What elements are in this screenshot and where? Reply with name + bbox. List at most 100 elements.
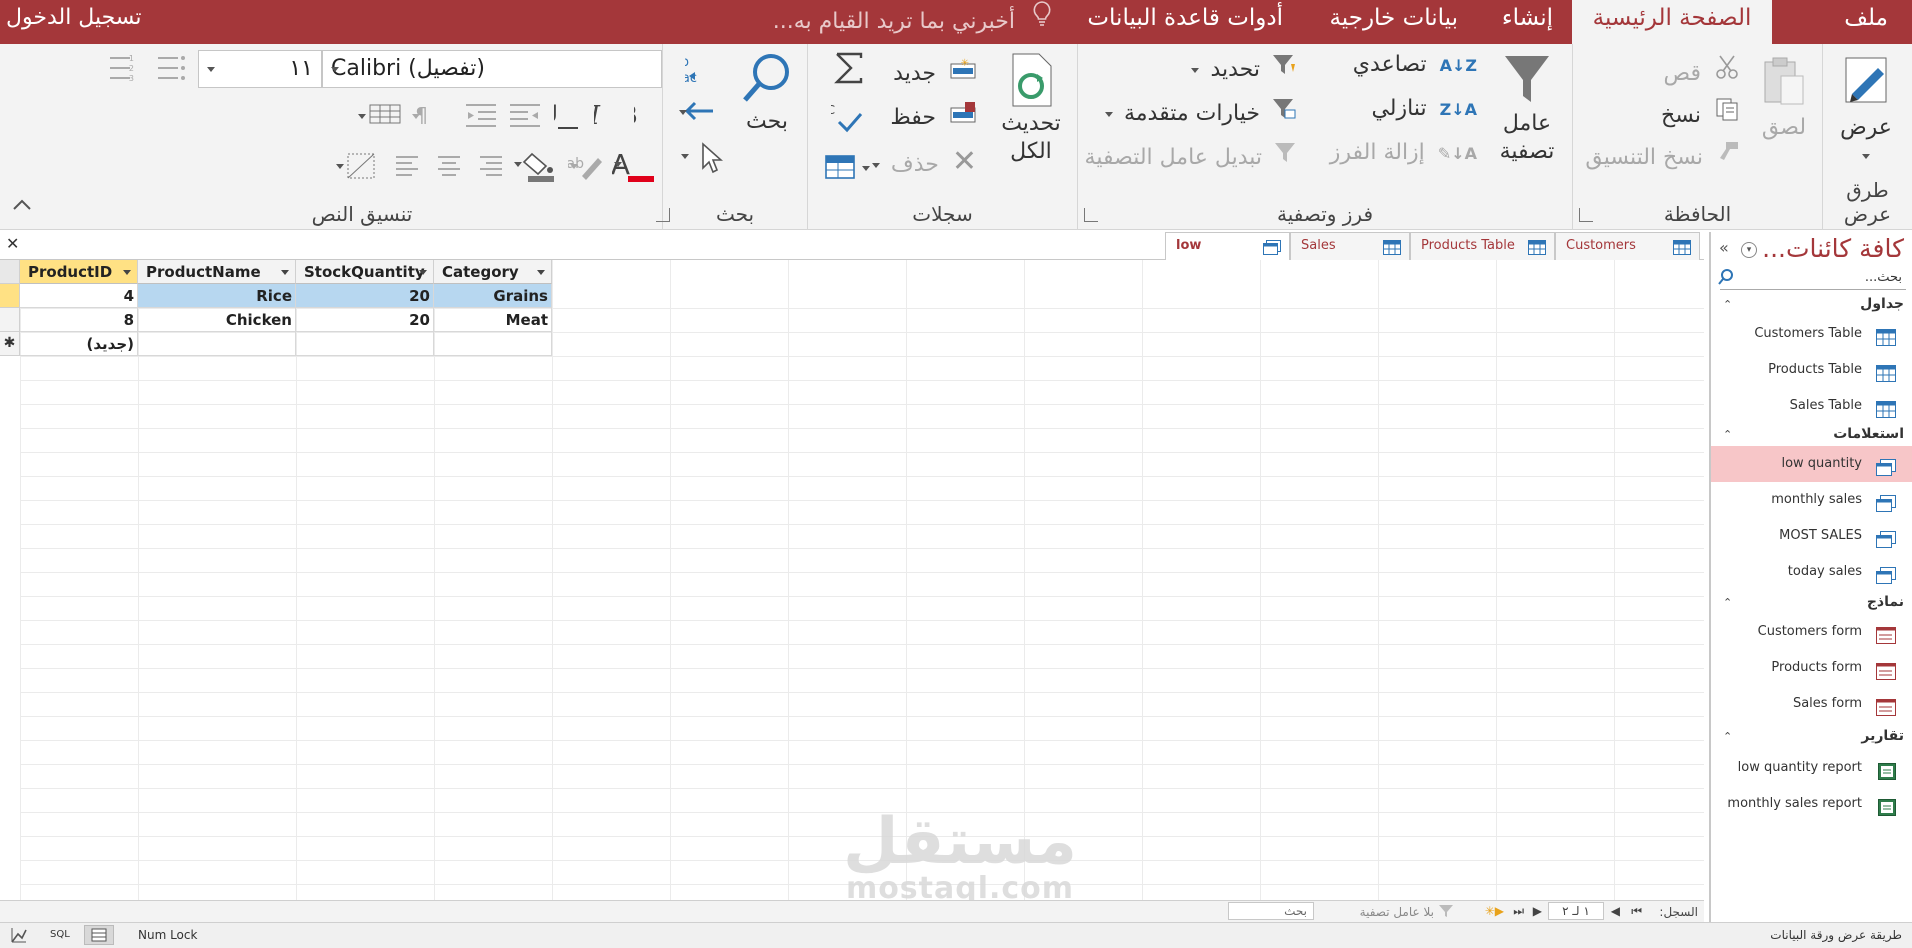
align-left-icon[interactable] xyxy=(394,154,420,182)
nav-item-today-sales[interactable]: today sales xyxy=(1711,554,1912,590)
font-name-select[interactable]: Calibri (تفصيل) xyxy=(322,50,662,88)
tab-home[interactable]: الصفحة الرئيسية xyxy=(1572,0,1772,44)
nav-section-queries[interactable]: استعلامات xyxy=(1833,426,1904,442)
nav-item-monthly-sales[interactable]: monthly sales xyxy=(1711,482,1912,518)
paragraph-direction-icon[interactable]: ¶ xyxy=(408,102,454,132)
record-position-input[interactable]: ١ لـ ٢ xyxy=(1548,902,1604,920)
cell-productname[interactable]: Chicken xyxy=(138,308,296,332)
nav-item-monthly-sales-report[interactable]: monthly sales report xyxy=(1711,786,1912,822)
first-record-icon[interactable]: ⏮ xyxy=(1631,904,1642,919)
doc-tab-customers-table[interactable]: Customers Table xyxy=(1555,232,1700,279)
doc-tab-products-table[interactable]: Products Table xyxy=(1410,232,1555,260)
section-collapse-icon[interactable]: ⌃ xyxy=(1723,298,1732,311)
new-row-asterisk-icon[interactable]: ✱ xyxy=(0,332,20,356)
font-color-icon[interactable]: A xyxy=(611,148,662,188)
sign-in-link[interactable]: تسجيل الدخول xyxy=(6,0,142,38)
remove-sort-button[interactable]: A↓✎ إزالة الفرز xyxy=(1330,140,1477,165)
doc-tab-low-quantity[interactable]: low quantity xyxy=(1165,232,1290,279)
gridlines-icon[interactable] xyxy=(356,102,404,132)
replace-icon[interactable]: abac xyxy=(673,54,719,90)
collapse-ribbon-icon[interactable] xyxy=(12,196,32,215)
column-header-productid[interactable]: ProductID xyxy=(20,260,138,284)
column-filter-arrow-icon[interactable] xyxy=(419,270,427,275)
section-collapse-icon[interactable]: ⌃ xyxy=(1723,596,1732,609)
cell-productid[interactable]: 4 xyxy=(20,284,138,308)
indent-decrease-icon[interactable] xyxy=(464,102,498,132)
cell-category[interactable]: Grains xyxy=(434,284,552,308)
nav-item-most-sales[interactable]: MOST SALES xyxy=(1711,518,1912,554)
spelling-icon[interactable]: ABC xyxy=(810,100,867,140)
nav-section-forms[interactable]: نماذج xyxy=(1867,594,1904,610)
nav-item-products-table[interactable]: Products Table xyxy=(1711,352,1912,388)
nav-pane-title[interactable]: كافة كائنات... xyxy=(1762,234,1904,263)
cell-category[interactable]: Meat xyxy=(434,308,552,332)
tell-me-box[interactable]: أخبرني بما تريد القيام به... xyxy=(773,0,1052,38)
tab-create[interactable]: إنشاء xyxy=(1488,0,1567,44)
collapse-pane-icon[interactable]: » xyxy=(1719,238,1729,257)
nav-item-customers-form[interactable]: Customers form xyxy=(1711,614,1912,650)
select-all-corner[interactable] xyxy=(0,260,20,284)
fill-color-icon[interactable] xyxy=(512,148,562,188)
highlight-icon[interactable]: ab xyxy=(567,150,608,188)
cell-stockquantity[interactable]: 20 xyxy=(296,308,434,332)
column-header-productname[interactable]: ProductName xyxy=(138,260,296,284)
column-header-category[interactable]: Category xyxy=(434,260,552,284)
cell-new-row[interactable] xyxy=(296,332,434,356)
nav-menu-chevron-icon[interactable]: ▾ xyxy=(1741,242,1757,258)
column-filter-arrow-icon[interactable] xyxy=(537,270,545,275)
datasheet-view-icon[interactable] xyxy=(84,925,114,945)
section-collapse-icon[interactable]: ⌃ xyxy=(1723,428,1732,441)
row-selector[interactable] xyxy=(0,284,20,308)
filter-button[interactable]: عامل تصفية xyxy=(1492,52,1562,166)
previous-record-icon[interactable]: ◀ xyxy=(1611,904,1620,918)
filter-status-label[interactable]: بلا عامل تصفية xyxy=(1360,905,1434,919)
tab-database-tools[interactable]: أدوات قاعدة البيانات xyxy=(1073,0,1297,44)
find-button[interactable]: بحث xyxy=(735,50,799,136)
pivot-chart-view-icon[interactable] xyxy=(10,926,28,947)
sort-ascending-button[interactable]: A↓Z تصاعدي xyxy=(1353,52,1477,77)
alternate-row-color-icon[interactable] xyxy=(334,150,378,186)
record-search-input[interactable]: بحث xyxy=(1228,902,1314,920)
align-center-icon[interactable] xyxy=(436,154,462,182)
select-cursor-icon[interactable] xyxy=(679,140,724,178)
new-record-nav-icon[interactable]: ▶✳ xyxy=(1485,904,1504,918)
last-record-icon[interactable]: ⏭ xyxy=(1513,904,1524,919)
nav-section-tables[interactable]: جداول xyxy=(1860,296,1904,312)
row-selector[interactable] xyxy=(0,308,20,332)
nav-item-low-quantity-report[interactable]: low quantity report xyxy=(1711,750,1912,786)
column-filter-arrow-icon[interactable] xyxy=(281,270,289,275)
cut-button[interactable]: قص xyxy=(1664,54,1740,86)
tab-external-data[interactable]: بيانات خارجية xyxy=(1315,0,1472,44)
refresh-all-button[interactable]: تحديث الكل xyxy=(991,52,1071,166)
bold-icon[interactable]: B xyxy=(618,100,662,134)
nav-item-sales-table[interactable]: Sales Table xyxy=(1711,388,1912,424)
toggle-filter-button[interactable]: تبديل عامل التصفية xyxy=(1085,140,1297,170)
cell-productid[interactable]: 8 xyxy=(20,308,138,332)
align-right-icon[interactable] xyxy=(478,154,504,182)
copy-button[interactable]: نسخ xyxy=(1661,96,1740,128)
nav-section-reports[interactable]: تقارير xyxy=(1861,728,1904,744)
column-filter-arrow-icon[interactable] xyxy=(123,270,131,275)
numbering-icon[interactable]: 123 xyxy=(108,54,142,86)
section-collapse-icon[interactable]: ⌃ xyxy=(1723,730,1732,743)
sql-view-icon[interactable]: SQL xyxy=(50,929,70,940)
new-record-button[interactable]: ✳ جديد xyxy=(893,58,977,86)
delete-record-button[interactable]: ✕ حذف xyxy=(868,144,977,179)
view-button[interactable]: عرض xyxy=(1828,52,1904,159)
nav-search-input[interactable]: بحث... xyxy=(1720,268,1906,290)
more-records-icon[interactable] xyxy=(824,154,872,184)
cell-new-row[interactable] xyxy=(434,332,552,356)
nav-item-customers-table[interactable]: Customers Table xyxy=(1711,316,1912,352)
nav-item-sales-form[interactable]: Sales form xyxy=(1711,686,1912,722)
cell-new-row[interactable]: (جديد) xyxy=(20,332,138,356)
close-document-icon[interactable]: ✕ xyxy=(6,234,19,253)
nav-item-products-form[interactable]: Products form xyxy=(1711,650,1912,686)
underline-icon[interactable]: U xyxy=(540,100,582,136)
go-to-arrow-icon[interactable] xyxy=(679,98,723,128)
cell-new-row[interactable] xyxy=(138,332,296,356)
totals-icon[interactable] xyxy=(831,50,867,90)
sort-descending-button[interactable]: Z↓A تنازلي xyxy=(1371,96,1477,121)
cell-stockquantity[interactable]: 20 xyxy=(296,284,434,308)
next-record-icon[interactable]: ▶ xyxy=(1533,904,1542,918)
nav-item-low-quantity[interactable]: low quantity xyxy=(1711,446,1912,482)
